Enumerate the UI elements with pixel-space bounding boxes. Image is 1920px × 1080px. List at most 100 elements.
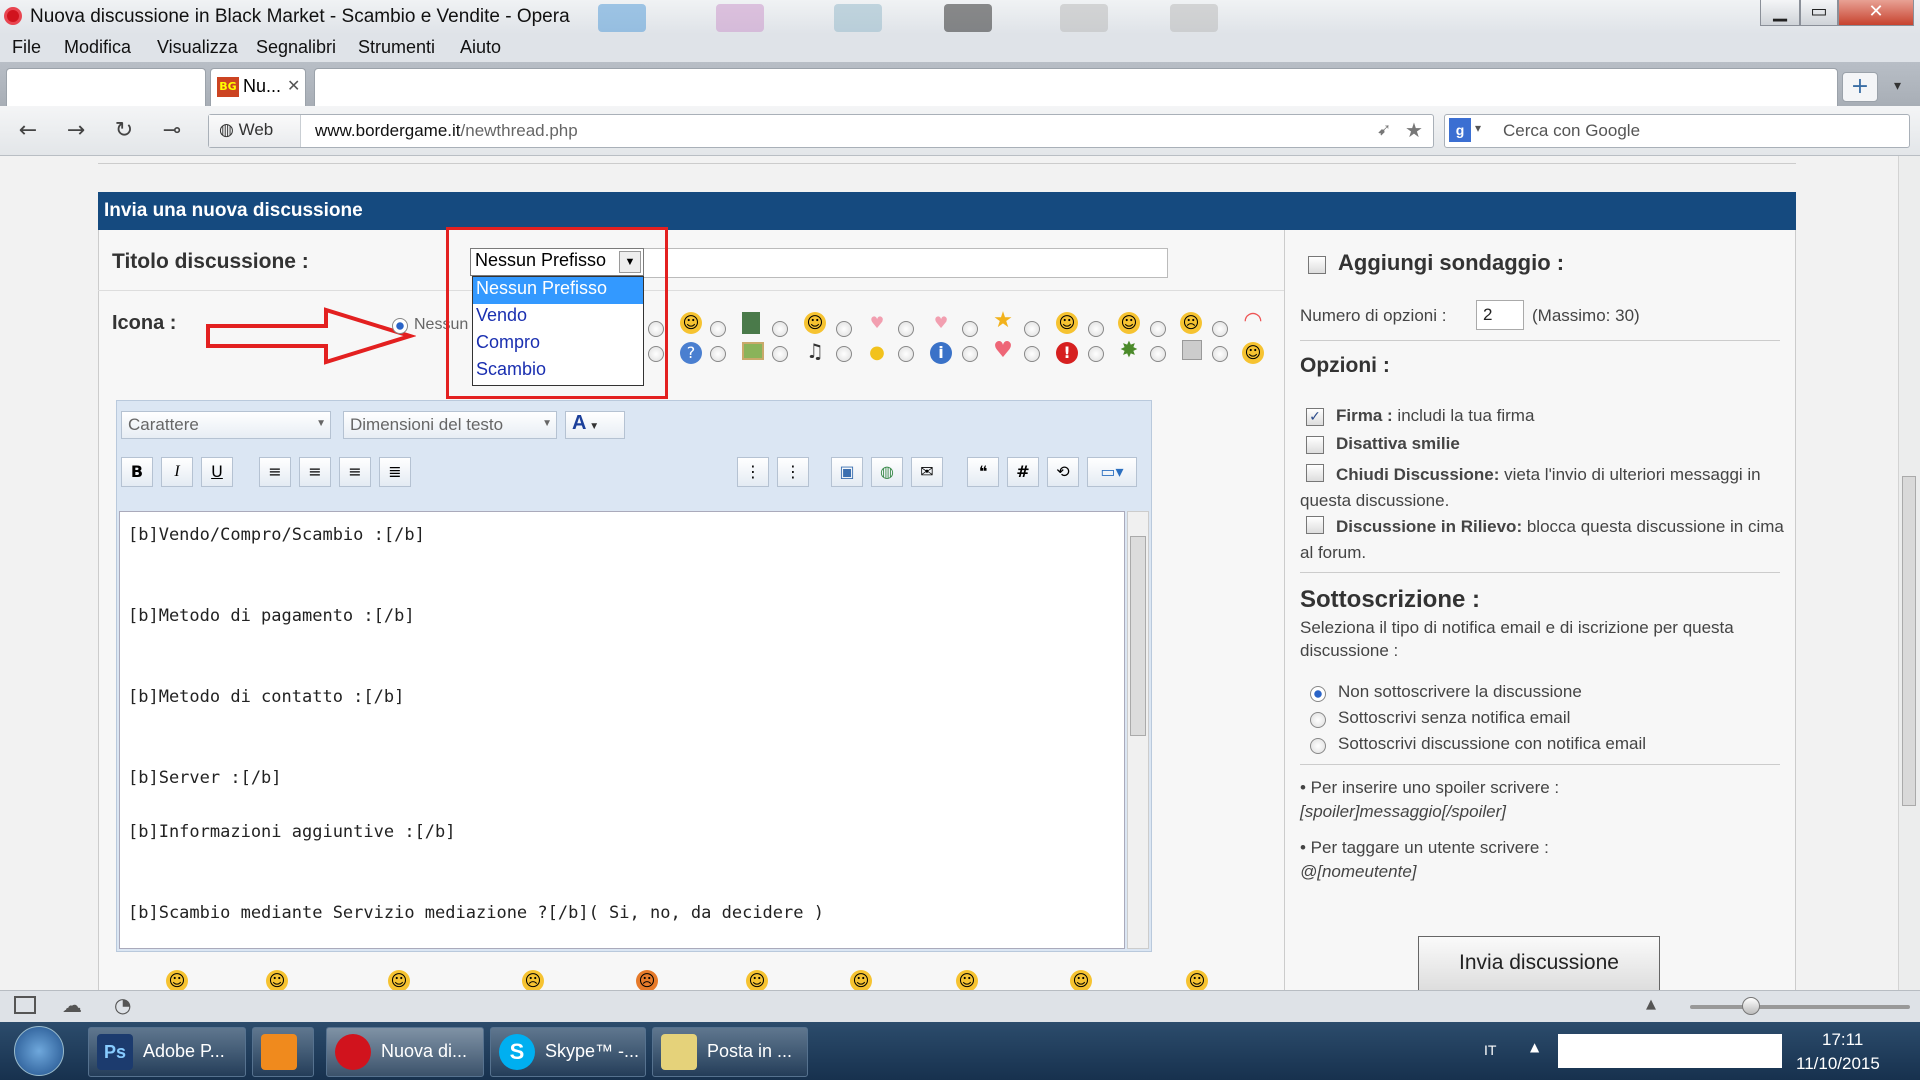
page-scroll-thumb[interactable] xyxy=(1902,476,1916,806)
star-icon[interactable]: ★ xyxy=(1405,118,1423,143)
unordered-list-button[interactable]: ⋮ xyxy=(777,457,809,487)
smilie-icon[interactable]: ☺ xyxy=(956,970,978,990)
new-tab-button[interactable]: + xyxy=(1842,72,1878,102)
taskbar-item-opera[interactable]: Nuova di... xyxy=(326,1027,484,1077)
smilie-icon[interactable]: ☺ xyxy=(746,970,768,990)
icon-radio[interactable] xyxy=(1024,346,1040,362)
icon-radio[interactable] xyxy=(772,346,788,362)
icon-radio-none[interactable] xyxy=(392,318,408,334)
language-indicator[interactable]: IT xyxy=(1484,1042,1496,1058)
tray-expand-icon[interactable]: ▲ xyxy=(1530,1040,1539,1054)
maximize-button[interactable]: ▭ xyxy=(1800,0,1838,26)
scroll-thumb[interactable] xyxy=(1130,536,1146,736)
tab-close-icon[interactable]: ✕ xyxy=(287,76,300,95)
menu-file[interactable]: File xyxy=(12,37,41,58)
tab-menu-chevron-icon[interactable]: ▾ xyxy=(1894,78,1901,94)
poll-checkbox[interactable] xyxy=(1308,256,1326,274)
underline-button[interactable]: U xyxy=(201,457,233,487)
subscription-radio-email[interactable] xyxy=(1310,738,1326,754)
clock-date[interactable]: 11/10/2015 xyxy=(1796,1054,1880,1074)
menu-aiuto[interactable]: Aiuto xyxy=(460,37,501,58)
italic-button[interactable]: I xyxy=(161,457,193,487)
subscription-radio-no-email[interactable] xyxy=(1310,712,1326,728)
address-field[interactable]: ◍ Web www.bordergame.it/newthread.php ➹ … xyxy=(208,114,1434,148)
menu-segnalibri[interactable]: Segnalibri xyxy=(256,37,336,58)
reload-icon[interactable]: ↻ xyxy=(110,118,138,143)
code-hash-button[interactable]: # xyxy=(1007,457,1039,487)
editor-scrollbar[interactable] xyxy=(1127,511,1149,949)
font-size-select[interactable]: Dimensioni del testo ▼ xyxy=(343,411,557,439)
menu-modifica[interactable]: Modifica xyxy=(64,37,131,58)
icon-radio[interactable] xyxy=(836,321,852,337)
ordered-list-button[interactable]: ⋮ xyxy=(737,457,769,487)
align-center-button[interactable]: ≡ xyxy=(299,457,331,487)
icon-radio[interactable] xyxy=(1088,321,1104,337)
signature-checkbox[interactable]: ✓ xyxy=(1306,408,1324,426)
tab-blank[interactable] xyxy=(6,68,206,106)
chevron-up-icon[interactable]: ▲ xyxy=(1646,997,1656,1012)
zoom-slider[interactable] xyxy=(1690,1005,1910,1009)
message-textarea[interactable]: [b]Vendo/Compro/Scambio :[/b] [b]Metodo … xyxy=(119,511,1125,949)
tab-blank-2[interactable] xyxy=(314,68,1838,106)
icon-radio[interactable] xyxy=(772,321,788,337)
justify-button[interactable]: ≣ xyxy=(379,457,411,487)
smilie-icon[interactable]: ☹ xyxy=(636,970,658,990)
icon-radio[interactable] xyxy=(1150,346,1166,362)
taskbar-item-media-player[interactable] xyxy=(252,1027,314,1077)
align-right-button[interactable]: ≡ xyxy=(339,457,371,487)
bold-button[interactable]: B xyxy=(121,457,153,487)
cloud-icon[interactable]: ☁ xyxy=(62,993,82,1017)
icon-radio[interactable] xyxy=(962,321,978,337)
spoiler-button[interactable]: ⟲ xyxy=(1047,457,1079,487)
smilie-icon[interactable]: ☹ xyxy=(522,970,544,990)
icon-radio[interactable] xyxy=(1212,321,1228,337)
icon-radio[interactable] xyxy=(898,346,914,362)
smilie-icon[interactable]: ☺ xyxy=(266,970,288,990)
submit-button[interactable]: Invia discussione xyxy=(1418,936,1660,990)
insert-image-button[interactable]: ▣ xyxy=(831,457,863,487)
icon-radio[interactable] xyxy=(836,346,852,362)
forward-arrow-icon[interactable]: → xyxy=(62,118,90,143)
search-dropdown-chevron-icon[interactable]: ▾ xyxy=(1475,121,1481,135)
zoom-slider-handle[interactable] xyxy=(1742,997,1760,1015)
minimize-button[interactable]: ▁ xyxy=(1760,0,1800,26)
smilie-icon[interactable]: ☺ xyxy=(850,970,872,990)
options-count-input[interactable]: 2 xyxy=(1476,300,1524,330)
taskbar-item-skype[interactable]: S Skype™ -... xyxy=(490,1027,646,1077)
icon-radio[interactable] xyxy=(1024,321,1040,337)
icon-radio[interactable] xyxy=(962,346,978,362)
key-icon[interactable]: ⊸ xyxy=(158,118,186,143)
align-left-button[interactable]: ≡ xyxy=(259,457,291,487)
subscription-radio-none[interactable] xyxy=(1310,686,1326,702)
smilie-icon[interactable]: ☺ xyxy=(1186,970,1208,990)
smilie-icon[interactable]: ☺ xyxy=(166,970,188,990)
icon-radio[interactable] xyxy=(710,346,726,362)
taskbar-item-mail[interactable]: Posta in ... xyxy=(652,1027,808,1077)
icon-radio[interactable] xyxy=(898,321,914,337)
speed-dial-icon[interactable]: ◔ xyxy=(114,993,131,1017)
icon-radio[interactable] xyxy=(1150,321,1166,337)
close-button[interactable]: ✕ xyxy=(1838,0,1914,26)
rss-icon[interactable]: ➹ xyxy=(1377,120,1391,140)
smilie-icon[interactable]: ☺ xyxy=(1070,970,1092,990)
insert-email-button[interactable]: ✉ xyxy=(911,457,943,487)
tab-active[interactable]: BG Nu... ✕ xyxy=(210,68,306,106)
insert-link-button[interactable]: ◍ xyxy=(871,457,903,487)
text-color-button[interactable]: A ▼ xyxy=(565,411,625,439)
start-button[interactable] xyxy=(14,1026,64,1076)
menu-visualizza[interactable]: Visualizza xyxy=(157,37,238,58)
disable-smilies-checkbox[interactable] xyxy=(1306,436,1324,454)
panel-toggle-icon[interactable] xyxy=(14,996,36,1014)
media-insert-button[interactable]: ▭▾ xyxy=(1087,457,1137,487)
taskbar-item-photoshop[interactable]: Ps Adobe P... xyxy=(88,1027,246,1077)
back-arrow-icon[interactable]: ← xyxy=(14,118,42,143)
clock-time[interactable]: 17:11 xyxy=(1822,1030,1863,1050)
smilie-icon[interactable]: ☺ xyxy=(388,970,410,990)
icon-radio[interactable] xyxy=(710,321,726,337)
web-badge[interactable]: ◍ Web xyxy=(209,115,301,147)
quote-button[interactable]: ❝ xyxy=(967,457,999,487)
font-family-select[interactable]: Carattere ▼ xyxy=(121,411,331,439)
icon-radio[interactable] xyxy=(1088,346,1104,362)
tray-input-box[interactable] xyxy=(1558,1034,1782,1068)
search-field[interactable]: g ▾ Cerca con Google xyxy=(1444,114,1910,148)
